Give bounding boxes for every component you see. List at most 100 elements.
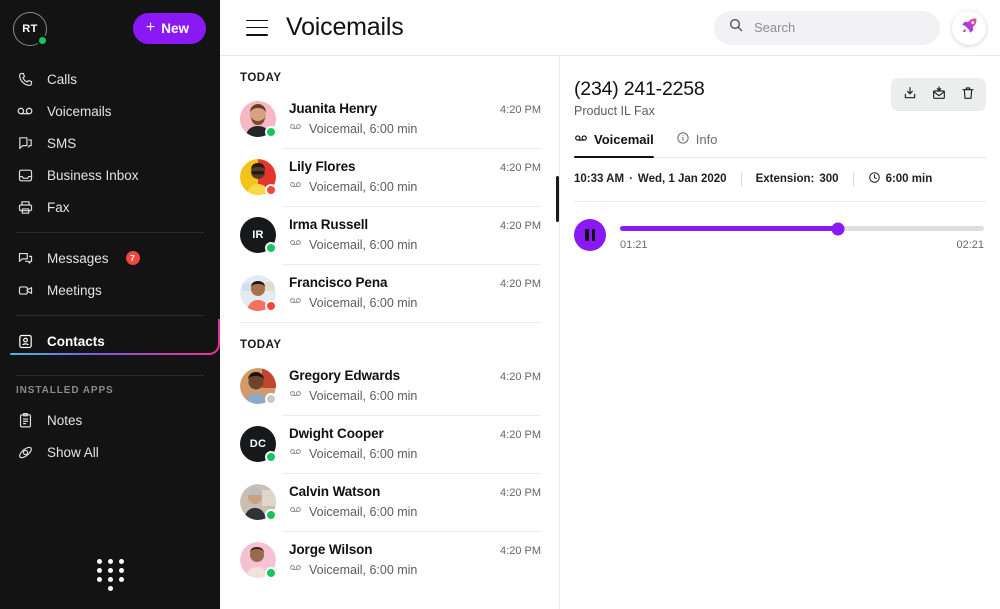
detail-meta: 10:33 AM · Wed, 1 Jan 2020 Extension: 30… bbox=[574, 158, 986, 202]
tab-info[interactable]: Info bbox=[676, 131, 718, 157]
tab-label: Info bbox=[695, 132, 718, 147]
download-button[interactable] bbox=[896, 82, 923, 107]
sidebar-item-notes[interactable]: Notes bbox=[0, 404, 220, 436]
list-item[interactable]: Gregory Edwards 4:20 PM Voicemail, 6:00 … bbox=[230, 357, 547, 415]
search-icon bbox=[728, 17, 744, 38]
sidebar-item-contacts[interactable]: Contacts bbox=[0, 319, 220, 357]
list-item[interactable]: IR Irma Russell 4:20 PM Voicemail, 6:00 … bbox=[230, 206, 547, 264]
contacts-icon bbox=[16, 332, 34, 350]
sidebar-item-show-all[interactable]: Show All bbox=[0, 436, 220, 468]
current-time: 01:21 bbox=[620, 239, 648, 251]
voicemail-icon bbox=[289, 178, 302, 196]
sidebar-item-voicemails[interactable]: Voicemails bbox=[0, 95, 220, 127]
messages-badge: 7 bbox=[125, 251, 140, 265]
sidebar-item-label: Notes bbox=[47, 412, 83, 428]
tab-label: Voicemail bbox=[594, 132, 654, 147]
sidebar-item-calls[interactable]: Calls bbox=[0, 63, 220, 95]
list-item-body: Jorge Wilson 4:20 PM Voicemail, 6:00 min bbox=[289, 542, 541, 579]
sidebar-item-label: Meetings bbox=[47, 282, 102, 298]
list-item-subtitle: Voicemail, 6:00 min bbox=[309, 388, 418, 403]
clock-icon bbox=[868, 171, 881, 187]
list-item[interactable]: Jorge Wilson 4:20 PM Voicemail, 6:00 min bbox=[230, 531, 547, 589]
content-area: TODAY Juanita Henry 4:20 PM Voicemail, 6… bbox=[220, 56, 1000, 609]
progress-track[interactable] bbox=[620, 222, 984, 235]
avatar bbox=[240, 159, 277, 196]
archive-button[interactable] bbox=[925, 82, 952, 107]
presence-dot bbox=[265, 126, 277, 138]
sms-icon bbox=[16, 134, 34, 152]
delete-button[interactable] bbox=[954, 82, 981, 107]
selected-item-indicator bbox=[556, 176, 559, 222]
presence-dot bbox=[265, 393, 277, 405]
meta-extension-label: Extension: bbox=[755, 173, 815, 185]
timestamp: 4:20 PM bbox=[500, 370, 541, 383]
contact-name: Irma Russell bbox=[289, 216, 369, 232]
meta-datetime: 10:33 AM · Wed, 1 Jan 2020 bbox=[574, 173, 727, 185]
hamburger-icon[interactable] bbox=[246, 19, 268, 36]
account-initials: RT bbox=[22, 22, 38, 35]
pause-button[interactable] bbox=[574, 219, 606, 251]
avatar bbox=[240, 368, 277, 405]
sidebar-item-label: Calls bbox=[47, 71, 78, 87]
voicemail-icon bbox=[16, 102, 34, 120]
time-labels: 01:21 02:21 bbox=[620, 239, 984, 251]
detail-phone-number: (234) 241-2258 bbox=[574, 78, 705, 100]
search-box[interactable] bbox=[714, 10, 940, 45]
phone-icon bbox=[16, 70, 34, 88]
plus-icon: + bbox=[145, 18, 156, 36]
info-icon bbox=[676, 131, 690, 148]
show-all-icon bbox=[16, 443, 34, 461]
progress-area: 01:21 02:21 bbox=[620, 219, 984, 251]
account-avatar[interactable]: RT bbox=[13, 11, 48, 46]
voicemail-icon bbox=[289, 561, 302, 579]
meta-dot: · bbox=[629, 173, 633, 185]
active-item-gradient-underline bbox=[10, 319, 220, 363]
timestamp: 4:20 PM bbox=[500, 544, 541, 557]
list-item-body: Juanita Henry 4:20 PM Voicemail, 6:00 mi… bbox=[289, 101, 541, 138]
new-button[interactable]: + New bbox=[132, 13, 206, 44]
presence-dot bbox=[265, 242, 277, 254]
fax-icon bbox=[16, 198, 34, 216]
avatar bbox=[240, 275, 277, 312]
list-item-subtitle: Voicemail, 6:00 min bbox=[309, 504, 418, 519]
detail-tabs: Voicemail Info bbox=[574, 131, 986, 158]
voicemails-app: RT + New Calls Voicemails SMS Business I… bbox=[0, 0, 1000, 609]
search-input[interactable] bbox=[754, 20, 926, 35]
sidebar-item-sms[interactable]: SMS bbox=[0, 127, 220, 159]
list-item-subtitle: Voicemail, 6:00 min bbox=[309, 562, 418, 577]
voicemail-icon bbox=[289, 445, 302, 463]
list-item[interactable]: Calvin Watson 4:20 PM Voicemail, 6:00 mi… bbox=[230, 473, 547, 531]
meta-extension-value: 300 bbox=[819, 173, 839, 185]
sidebar-item-business-inbox[interactable]: Business Inbox bbox=[0, 159, 220, 191]
sidebar-item-meetings[interactable]: Meetings bbox=[0, 274, 220, 306]
new-button-label: New bbox=[161, 21, 189, 36]
contact-name: Dwight Cooper bbox=[289, 425, 384, 441]
dialpad-button[interactable] bbox=[0, 559, 220, 591]
list-item[interactable]: Lily Flores 4:20 PM Voicemail, 6:00 min bbox=[230, 148, 547, 206]
contact-name: Gregory Edwards bbox=[289, 367, 401, 383]
list-item[interactable]: Francisco Pena 4:20 PM Voicemail, 6:00 m… bbox=[230, 264, 547, 322]
meta-time: 10:33 AM bbox=[574, 173, 625, 185]
trash-icon bbox=[960, 85, 976, 104]
list-item[interactable]: DC Dwight Cooper 4:20 PM Voicemail, 6:00… bbox=[230, 415, 547, 473]
list-item-body: Lily Flores 4:20 PM Voicemail, 6:00 min bbox=[289, 159, 541, 196]
progress-knob[interactable] bbox=[831, 222, 845, 235]
voicemail-icon bbox=[289, 120, 302, 138]
meta-divider bbox=[852, 172, 854, 186]
meta-divider bbox=[740, 172, 742, 186]
sidebar-item-messages[interactable]: Messages 7 bbox=[0, 242, 220, 274]
voicemail-list[interactable]: TODAY Juanita Henry 4:20 PM Voicemail, 6… bbox=[220, 56, 560, 609]
meta-duration-text: 6:00 min bbox=[885, 173, 933, 185]
avatar bbox=[240, 484, 277, 521]
rocket-button[interactable] bbox=[952, 10, 986, 45]
voicemail-icon bbox=[289, 236, 302, 254]
avatar: DC bbox=[240, 426, 277, 463]
total-time: 02:21 bbox=[956, 239, 984, 251]
list-item-body: Gregory Edwards 4:20 PM Voicemail, 6:00 … bbox=[289, 368, 541, 405]
contact-name: Lily Flores bbox=[289, 158, 356, 174]
progress-fill bbox=[620, 226, 839, 231]
sidebar-item-fax[interactable]: Fax bbox=[0, 191, 220, 223]
list-item[interactable]: Juanita Henry 4:20 PM Voicemail, 6:00 mi… bbox=[230, 90, 547, 148]
tab-voicemail[interactable]: Voicemail bbox=[574, 131, 654, 158]
dialpad-icon bbox=[96, 559, 125, 591]
